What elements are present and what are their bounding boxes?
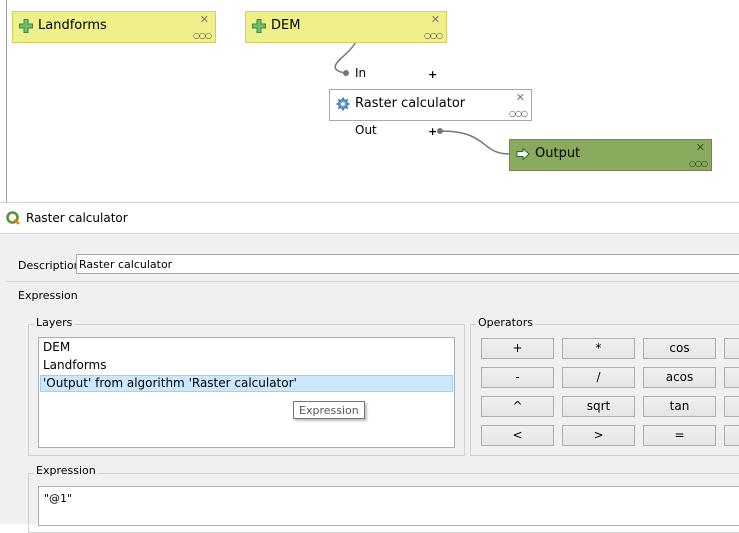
input-node-label: Landforms	[38, 18, 107, 33]
operator-multiply-button[interactable]: *	[562, 338, 635, 359]
section-separator	[6, 281, 739, 282]
close-icon[interactable]: ✕	[431, 14, 440, 25]
input-port-label: In	[355, 66, 367, 80]
input-node-dem[interactable]: DEM ✕ ○○○	[245, 11, 447, 43]
operator-cos-button[interactable]: cos	[643, 338, 716, 359]
layer-item[interactable]: Landforms	[40, 357, 453, 374]
dialog-title: Raster calculator	[26, 211, 128, 225]
layers-group-title: Layers	[34, 316, 75, 329]
gear-icon	[336, 97, 350, 111]
close-icon[interactable]: ✕	[200, 14, 209, 25]
close-icon[interactable]: ✕	[516, 92, 525, 103]
operator-less-than-button[interactable]: <	[481, 425, 554, 446]
description-label: Description	[18, 259, 81, 272]
operators-group-title: Operators	[476, 316, 535, 329]
input-node-label: DEM	[271, 18, 301, 33]
expand-inputs-plus[interactable]: +	[428, 68, 437, 81]
operator-minus-button[interactable]: -	[481, 367, 554, 388]
operator-sqrt-button[interactable]: sqrt	[562, 396, 635, 417]
more-dots-icon[interactable]: ○○○	[509, 110, 528, 118]
operator-button-clipped[interactable]	[724, 425, 739, 446]
layer-item[interactable]: DEM	[40, 339, 453, 356]
input-node-landforms[interactable]: Landforms ✕ ○○○	[12, 11, 216, 43]
close-icon[interactable]: ✕	[696, 142, 705, 153]
plus-param-icon	[252, 19, 266, 33]
expression-section-title: Expression	[18, 289, 78, 302]
operator-equals-button[interactable]: =	[643, 425, 716, 446]
raster-calculator-dialog: Raster calculator Description Raster cal…	[0, 203, 739, 533]
more-dots-icon[interactable]: ○○○	[424, 32, 443, 40]
more-dots-icon[interactable]: ○○○	[689, 160, 708, 168]
plus-param-icon	[19, 19, 33, 33]
expand-outputs-plus[interactable]: +	[428, 125, 437, 138]
layers-list[interactable]: DEM Landforms 'Output' from algorithm 'R…	[38, 337, 455, 448]
algorithm-node-label: Raster calculator	[355, 96, 466, 111]
more-dots-icon[interactable]: ○○○	[193, 32, 212, 40]
layer-item-label: 'Output' from algorithm 'Raster calculat…	[43, 376, 297, 390]
output-node-label: Output	[535, 146, 581, 161]
layer-item-selected[interactable]: 'Output' from algorithm 'Raster calculat…	[40, 375, 453, 392]
expression-textarea[interactable]: "@1"	[38, 486, 739, 526]
expression-tooltip: Expression	[293, 401, 365, 419]
layer-item-label: DEM	[43, 340, 71, 354]
model-canvas[interactable]: Landforms ✕ ○○○ DEM ✕ ○○○ In + Raster ca…	[0, 0, 739, 202]
qgis-logo-icon	[6, 211, 20, 225]
expression-group-title: Expression	[34, 464, 98, 477]
operator-acos-button[interactable]: acos	[643, 367, 716, 388]
operator-greater-than-button[interactable]: >	[562, 425, 635, 446]
operator-tan-button[interactable]: tan	[643, 396, 716, 417]
arrow-output-icon	[516, 147, 530, 161]
algorithm-node-raster-calculator[interactable]: Raster calculator ✕ ○○○	[329, 89, 532, 121]
output-node[interactable]: Output ✕ ○○○	[509, 139, 712, 171]
operator-divide-button[interactable]: /	[562, 367, 635, 388]
operator-button-clipped[interactable]	[724, 338, 739, 359]
description-input[interactable]: Raster calculator	[76, 254, 739, 274]
operator-power-button[interactable]: ^	[481, 396, 554, 417]
operator-button-clipped[interactable]	[724, 396, 739, 417]
output-port-label: Out	[355, 123, 377, 137]
operator-plus-button[interactable]: +	[481, 338, 554, 359]
operator-button-clipped[interactable]	[724, 367, 739, 388]
layer-item-label: Landforms	[43, 358, 107, 372]
dialog-titlebar[interactable]: Raster calculator	[0, 203, 739, 234]
